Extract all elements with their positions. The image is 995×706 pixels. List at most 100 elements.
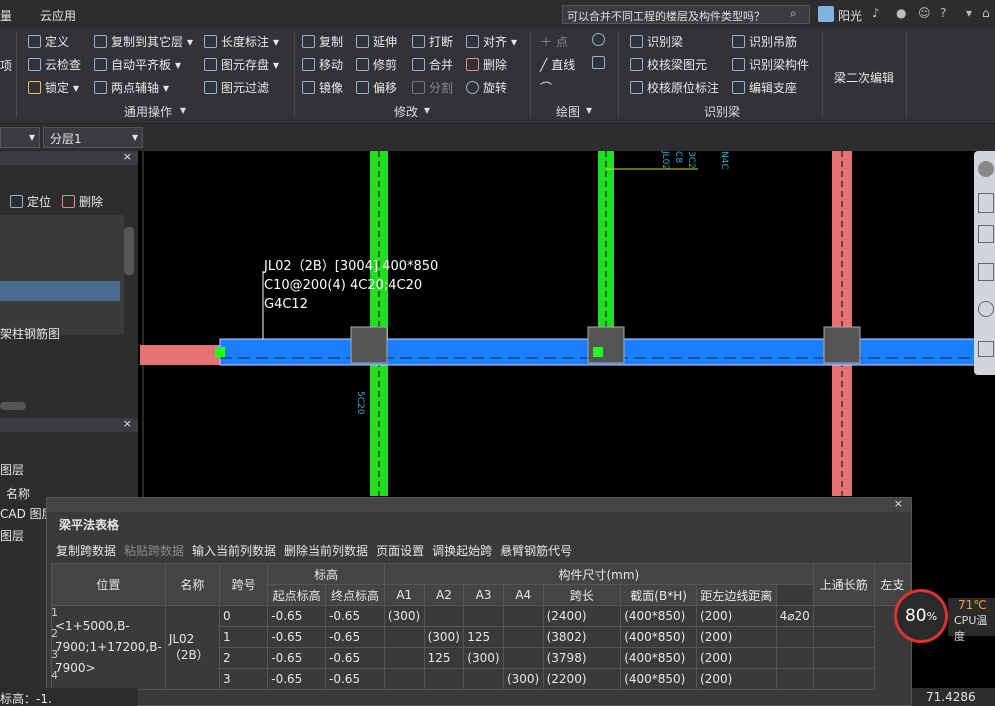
floor-select[interactable]: ▾ <box>0 127 40 148</box>
end-elev-cell[interactable]: -0.65 <box>325 647 385 669</box>
zoom-icon[interactable] <box>978 301 994 317</box>
point-button[interactable]: ＋点 <box>540 33 568 50</box>
merge-button[interactable]: 合并 <box>412 56 453 73</box>
rotate-button[interactable]: 旋转 <box>466 79 507 96</box>
a3-cell[interactable]: 125 <box>463 626 504 648</box>
search-input[interactable]: 可以合并不同工程的楼层及构件类型吗？ <box>562 5 810 24</box>
a1-cell[interactable] <box>383 668 425 690</box>
extend-button[interactable]: 延伸 <box>356 33 397 50</box>
a2-cell[interactable] <box>423 605 465 627</box>
a4-cell[interactable] <box>502 605 544 627</box>
save-element-button[interactable]: 图元存盘 ▾ <box>204 56 279 73</box>
chevron-down-icon[interactable]: ▾ <box>180 103 186 117</box>
copy-to-layer-button[interactable]: 复制到其它层 ▾ <box>94 33 193 50</box>
end-elev-cell[interactable]: -0.65 <box>325 605 385 627</box>
left-support-cell[interactable] <box>812 668 875 690</box>
section-cell[interactable]: (400*850) <box>620 668 698 690</box>
bell-icon[interactable]: ♪ <box>872 6 880 20</box>
top-rebar-cell[interactable]: 4⌀20 <box>775 605 814 627</box>
span-cell[interactable]: 1 <box>218 626 269 648</box>
end-elev-cell[interactable]: -0.65 <box>325 626 385 648</box>
page-setup-button[interactable]: 页面设置 <box>376 542 424 559</box>
layer-select[interactable]: 分层1 ▾ <box>43 127 143 148</box>
avatar[interactable] <box>818 6 834 22</box>
recognize-beam-button[interactable]: 识别梁 <box>630 33 683 50</box>
delete-button[interactable]: 删除 <box>466 56 507 73</box>
shirt-icon[interactable]: ▾ <box>966 6 972 20</box>
h-scrollbar[interactable] <box>0 402 26 410</box>
check-beam-button[interactable]: 校核梁图元 <box>630 56 707 73</box>
chat-icon[interactable]: ● <box>896 6 906 20</box>
distance-cell[interactable]: (200) <box>696 647 777 669</box>
swap-start-span-button[interactable]: 调换起始跨 <box>432 542 492 559</box>
close-icon[interactable]: × <box>894 497 903 510</box>
edit-support-button[interactable]: 编辑支座 <box>732 79 797 96</box>
a1-cell[interactable]: (300) <box>383 605 425 627</box>
section-cell[interactable]: (400*850) <box>620 605 698 627</box>
table-row[interactable]: <1+5000,B-7900;1+17200,B-7900> JL02（2B） … <box>51 605 911 690</box>
position-cell[interactable]: <1+5000,B-7900;1+17200,B-7900> <box>51 605 166 690</box>
close-icon[interactable]: × <box>123 150 132 163</box>
scrollbar[interactable] <box>124 227 134 275</box>
move-button[interactable]: 移动 <box>302 56 343 73</box>
copy-span-data-button[interactable]: 复制跨数据 <box>56 542 116 559</box>
recognize-hanger-button[interactable]: 识别吊筋 <box>732 33 797 50</box>
panel-delete-button[interactable]: 删除 <box>62 193 103 210</box>
section-cell[interactable]: (400*850) <box>620 626 698 648</box>
distance-cell[interactable]: (200) <box>696 605 777 627</box>
cloud-check-button[interactable]: 云检查 <box>28 56 81 73</box>
smile-icon[interactable]: ☺ <box>918 6 931 20</box>
a3-cell[interactable] <box>463 668 504 690</box>
end-elev-cell[interactable]: -0.65 <box>325 668 385 690</box>
layer-drawing[interactable]: 图层 <box>0 527 24 544</box>
break-button[interactable]: 打断 <box>412 33 453 50</box>
cpu-gauge[interactable]: 80% <box>894 589 948 643</box>
orbit-icon[interactable] <box>978 161 994 177</box>
distance-cell[interactable]: (200) <box>696 626 777 648</box>
check-in-situ-label-button[interactable]: 校核原位标注 <box>630 79 719 96</box>
arc-button[interactable]: ⌒ <box>540 79 552 96</box>
span-cell[interactable]: 2 <box>218 647 269 669</box>
a3-cell[interactable] <box>463 605 504 627</box>
start-elev-cell[interactable]: -0.65 <box>267 647 327 669</box>
beam-annotation[interactable]: JL02（2B）[3004] 400*850 C10@200(4) 4C20;4… <box>264 257 438 314</box>
left-support-cell[interactable] <box>812 605 875 627</box>
selected-list-item[interactable] <box>0 281 120 301</box>
chevron-down-icon[interactable]: ▾ <box>586 103 592 117</box>
section-cell[interactable]: (400*850) <box>620 647 698 669</box>
a4-cell[interactable] <box>502 647 544 669</box>
align-button[interactable]: 对齐 ▾ <box>466 33 517 50</box>
length-cell[interactable]: (3798) <box>542 647 622 669</box>
left-support-cell[interactable] <box>812 626 875 648</box>
start-elev-cell[interactable]: -0.65 <box>267 605 327 627</box>
element-filter-button[interactable]: 图元过滤 <box>204 79 269 96</box>
help-icon[interactable]: ? <box>940 6 946 20</box>
top-rebar-cell[interactable] <box>775 626 814 648</box>
auto-align-slab-button[interactable]: 自动平齐板 ▾ <box>94 56 181 73</box>
mirror-button[interactable]: 镜像 <box>302 79 343 96</box>
length-dimension-button[interactable]: 长度标注 ▾ <box>204 33 279 50</box>
a2-cell[interactable]: (300) <box>423 626 465 648</box>
view-front-icon[interactable] <box>978 263 994 281</box>
beam-secondary-edit-button[interactable]: 梁二次编辑 <box>834 69 894 86</box>
delete-column-data-button[interactable]: 删除当前列数据 <box>284 542 368 559</box>
beam-table[interactable]: 位置 名称 跨号 标高 构件尺寸(mm) 上通长筋 左支 起点标高 终点标高 A… <box>51 563 912 690</box>
view-box-icon[interactable] <box>978 225 994 243</box>
a4-cell[interactable] <box>502 626 544 648</box>
distance-cell[interactable]: (200) <box>696 668 777 690</box>
name-cell[interactable]: JL02（2B） <box>164 605 220 690</box>
a1-cell[interactable] <box>383 647 425 669</box>
chevron-down-icon[interactable]: ▾ <box>424 103 430 117</box>
a4-cell[interactable]: (300) <box>502 668 544 690</box>
trim-button[interactable]: 修剪 <box>356 56 397 73</box>
a2-cell[interactable] <box>423 668 465 690</box>
close-icon[interactable]: × <box>123 417 132 430</box>
home-icon[interactable]: ⌂ <box>982 6 990 20</box>
recognize-beam-component-button[interactable]: 识别梁构件 <box>732 56 809 73</box>
copy-button[interactable]: 复制 <box>302 33 343 50</box>
paste-span-data-button[interactable]: 粘贴跨数据 <box>124 542 184 559</box>
top-rebar-cell[interactable] <box>775 647 814 669</box>
menu-item-partial[interactable]: 量 <box>0 7 12 24</box>
define-button[interactable]: 定义 <box>28 33 69 50</box>
cantilever-rebar-code-button[interactable]: 悬臂钢筋代号 <box>500 542 572 559</box>
